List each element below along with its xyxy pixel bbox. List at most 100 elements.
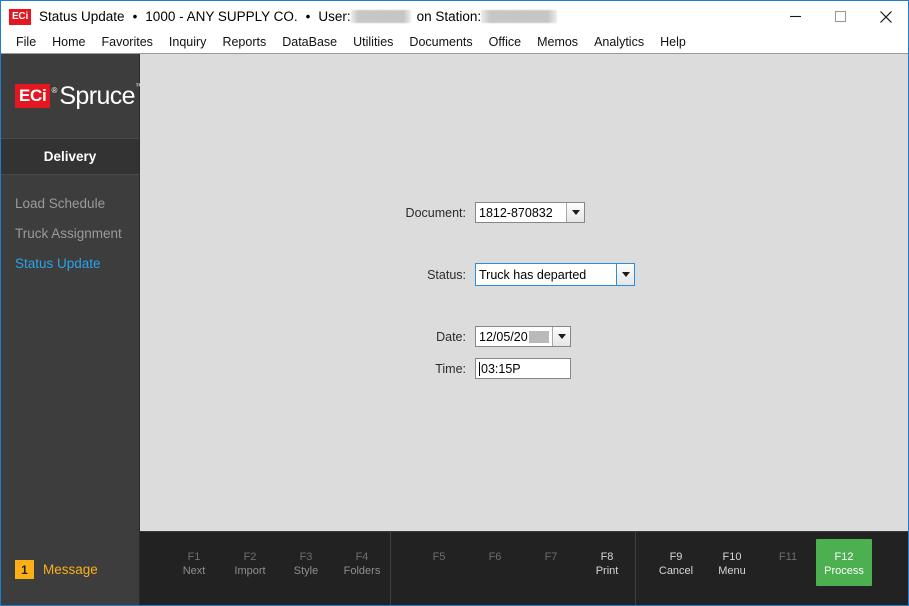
sidebar: ECi ® Spruce ™ Delivery Load Schedule Truck… (1, 54, 143, 605)
sidebar-item-truck-assignment[interactable]: Truck Assignment (1, 219, 139, 249)
maximize-button[interactable] (818, 1, 863, 32)
status-field-row: Status: Truck has departed (402, 263, 635, 286)
document-value: 1812-870832 (479, 205, 553, 220)
document-dropdown-button[interactable] (566, 203, 584, 222)
date-label: Date: (436, 329, 466, 344)
fkey-f5-number: F5 (432, 551, 446, 563)
chevron-down-icon (621, 272, 630, 277)
menu-bar: File Home Favorites Inquiry Reports Data… (1, 32, 908, 53)
close-button[interactable] (863, 1, 908, 32)
fkey-group-3: F9 Cancel F10 Menu F11 F12 Process (635, 532, 872, 605)
title-separator-2: • (305, 9, 311, 24)
fkey-group-2: F5 F6 F7 F8 Print (390, 532, 635, 605)
fkey-f11[interactable]: F11 (760, 532, 816, 564)
fkey-f9-action: Cancel (658, 565, 694, 577)
time-input[interactable]: 03:15P (475, 358, 571, 379)
station-value-redacted (481, 10, 558, 23)
document-label: Document: (405, 205, 466, 220)
window-controls (773, 1, 908, 32)
status-value: Truck has departed (479, 267, 587, 282)
status-label: Status: (427, 267, 466, 282)
fkey-f8-action: Print (595, 565, 619, 577)
message-label: Message (43, 562, 98, 577)
date-year-redacted (528, 330, 549, 343)
fkey-f12-process[interactable]: F12 Process (816, 539, 872, 586)
time-value: 03:15P (481, 361, 521, 376)
text-caret (479, 361, 480, 376)
date-combobox[interactable]: 12/05/20 (475, 326, 571, 347)
sidebar-item-load-schedule[interactable]: Load Schedule (1, 189, 139, 219)
title-separator-1: • (132, 9, 138, 24)
menu-item-reports[interactable]: Reports (214, 32, 274, 53)
user-label: User: (318, 9, 351, 24)
fkey-f10-menu[interactable]: F10 Menu (704, 532, 760, 578)
brand-product-name: Spruce (59, 81, 135, 110)
user-value-redacted (350, 10, 411, 23)
application-window: ECi Status Update • 1000 - ANY SUPPLY CO… (0, 0, 909, 606)
fkey-f6-number: F6 (488, 551, 502, 563)
fkey-f2-number: F2 (243, 551, 257, 563)
sidebar-item-status-update[interactable]: Status Update (1, 249, 139, 279)
time-field-row: Time: 03:15P (402, 358, 571, 379)
fkey-f4-number: F4 (355, 551, 369, 563)
fkey-f1-action: Next (182, 565, 206, 577)
fkey-f9-number: F9 (669, 551, 683, 563)
fkey-f9-cancel[interactable]: F9 Cancel (648, 532, 704, 578)
fkey-f8-print[interactable]: F8 Print (579, 532, 635, 578)
fkey-f3-action: Style (293, 565, 319, 577)
minimize-button[interactable] (773, 1, 818, 32)
message-count-badge: 1 (15, 560, 34, 579)
fkey-f12-action: Process (824, 565, 864, 577)
message-indicator[interactable]: 1 Message (1, 560, 139, 605)
fkey-f7[interactable]: F7 (523, 532, 579, 564)
company-name: 1000 - ANY SUPPLY CO. (145, 9, 298, 24)
menu-item-analytics[interactable]: Analytics (586, 32, 652, 53)
maximize-icon (834, 10, 847, 23)
menu-item-file[interactable]: File (8, 32, 44, 53)
fkey-f10-action: Menu (718, 565, 746, 577)
body-area: ECi ® Spruce ™ Delivery Load Schedule Truck… (1, 53, 908, 605)
status-dropdown-button[interactable] (616, 264, 634, 285)
close-icon (879, 10, 892, 23)
chevron-down-icon (571, 210, 580, 215)
menu-item-documents[interactable]: Documents (401, 32, 480, 53)
window-title: Status Update (39, 9, 125, 24)
date-field-row: Date: 12/05/20 (402, 326, 571, 347)
title-bar: ECi Status Update • 1000 - ANY SUPPLY CO… (1, 1, 908, 32)
menu-item-help[interactable]: Help (652, 32, 694, 53)
fkey-f1-number: F1 (187, 551, 201, 563)
content-column: Document: 1812-870832 Status: Truck has … (140, 54, 908, 605)
chevron-down-icon (557, 334, 566, 339)
fkey-f2-import[interactable]: F2 Import (222, 532, 278, 578)
status-combobox[interactable]: Truck has departed (475, 263, 635, 286)
menu-item-inquiry[interactable]: Inquiry (161, 32, 215, 53)
menu-item-utilities[interactable]: Utilities (345, 32, 401, 53)
menu-item-favorites[interactable]: Favorites (94, 32, 161, 53)
fkey-f4-action: Folders (343, 565, 381, 577)
fkey-f4-folders[interactable]: F4 Folders (334, 532, 390, 578)
menu-item-home[interactable]: Home (44, 32, 93, 53)
brand-registered-mark: ® (51, 85, 58, 95)
date-dropdown-button[interactable] (552, 327, 570, 346)
fkey-f5[interactable]: F5 (411, 532, 467, 564)
fkey-f3-style[interactable]: F3 Style (278, 532, 334, 578)
fkey-f6[interactable]: F6 (467, 532, 523, 564)
menu-item-database[interactable]: DataBase (274, 32, 345, 53)
eci-app-icon: ECi (9, 8, 31, 25)
date-value: 12/05/20 (476, 327, 552, 346)
fkey-f10-number: F10 (722, 551, 742, 563)
fkey-f1-next[interactable]: F1 Next (166, 532, 222, 578)
fkey-f11-number: F11 (778, 551, 798, 563)
fkey-f3-number: F3 (299, 551, 313, 563)
document-combobox[interactable]: 1812-870832 (475, 202, 585, 223)
sidebar-nav: Load Schedule Truck Assignment Status Up… (1, 175, 139, 279)
function-key-bar: F1 Next F2 Import F3 Style F4 Folders F5… (140, 531, 908, 605)
fkey-f2-action: Import (234, 565, 266, 577)
fkey-f12-number: F12 (834, 551, 854, 563)
date-value-text: 12/05/20 (479, 329, 528, 344)
fkey-group-1: F1 Next F2 Import F3 Style F4 Folders (140, 532, 390, 605)
sidebar-group-delivery: Delivery (1, 138, 139, 175)
menu-item-memos[interactable]: Memos (529, 32, 586, 53)
menu-item-office[interactable]: Office (481, 32, 529, 53)
